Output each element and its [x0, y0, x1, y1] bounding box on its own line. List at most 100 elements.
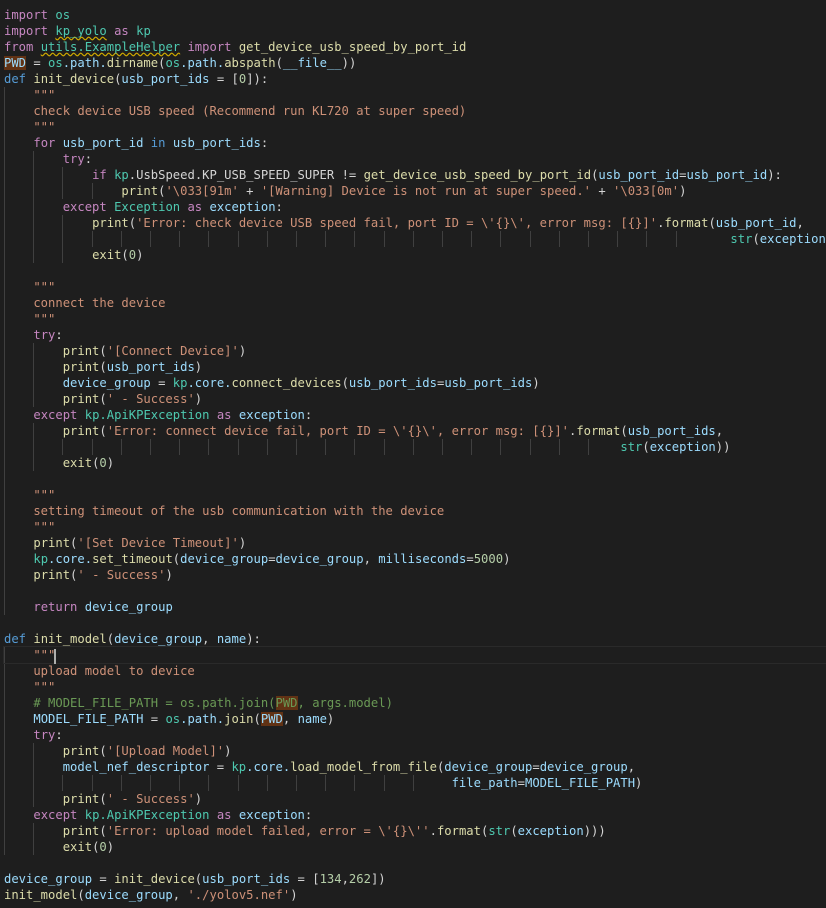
code-line[interactable]: print('[Set Device Timeout]') — [4, 535, 826, 551]
code-line[interactable]: print(' - Success') — [4, 567, 826, 583]
code-line[interactable] — [4, 471, 826, 487]
code-token: """ — [4, 312, 56, 326]
code-token: connect_devices — [231, 376, 342, 390]
code-line[interactable] — [4, 855, 826, 871]
code-line[interactable]: str(exception)) — [4, 439, 826, 455]
code-line[interactable]: print('[Connect Device]') — [4, 343, 826, 359]
code-token: ) — [165, 568, 173, 582]
code-line[interactable]: def init_model(device_group, name): — [4, 631, 826, 647]
code-token: os — [48, 8, 71, 22]
code-line[interactable]: return device_group — [4, 599, 826, 615]
code-line[interactable]: check device USB speed (Recommend run KL… — [4, 103, 826, 119]
code-line[interactable]: except kp.ApiKPException as exception: — [4, 807, 826, 823]
code-token: """ — [4, 488, 56, 502]
code-line[interactable]: import kp_yolo as kp — [4, 23, 826, 39]
code-token: ) — [194, 392, 203, 406]
code-token: .path. — [62, 56, 107, 70]
code-line[interactable]: print(' - Success') — [4, 791, 826, 807]
code-editor[interactable]: import os import kp_yolo as kp from utils.… — [0, 0, 826, 908]
code-token: abspath — [224, 56, 276, 70]
code-line[interactable]: """ — [4, 679, 826, 695]
code-token: in — [150, 136, 166, 150]
code-line[interactable]: """ — [4, 279, 826, 295]
code-token: : — [260, 136, 269, 150]
code-line[interactable]: except Exception as exception: — [4, 199, 826, 215]
code-line[interactable]: # MODEL_FILE_PATH = os.path.join(PWD, ar… — [4, 695, 826, 711]
code-token: print — [62, 824, 100, 838]
code-line[interactable]: def init_device(usb_port_ids = [0]): — [4, 71, 826, 87]
code-line[interactable]: file_path=MODEL_FILE_PATH) — [4, 775, 826, 791]
code-token: 'Error: connect device fail, port ID = \… — [106, 424, 569, 438]
code-line[interactable]: """ — [4, 519, 826, 535]
code-line[interactable]: device_group = kp.core.connect_devices(u… — [4, 375, 826, 391]
code-token: check device USB speed (Recommend run KL… — [4, 104, 467, 118]
code-token: .ApiKPException — [99, 808, 210, 822]
code-token: ( — [253, 712, 261, 726]
code-line[interactable]: model_nef_descriptor = kp.core.load_mode… — [4, 759, 826, 775]
code-line[interactable]: MODEL_FILE_PATH = os.path.join(PWD, name… — [4, 711, 826, 727]
code-line[interactable]: """ — [4, 87, 826, 103]
code-token: = — [26, 56, 49, 70]
code-line[interactable]: """ — [4, 119, 826, 135]
code-line[interactable]: try: — [4, 327, 826, 343]
code-line[interactable]: exit(0) — [4, 455, 826, 471]
code-token: kp — [136, 24, 151, 38]
code-token: kp — [33, 552, 49, 566]
code-line[interactable]: exit(0) — [4, 247, 826, 263]
code-line[interactable]: try: — [4, 727, 826, 743]
code-line[interactable]: print('Error: connect device fail, port … — [4, 423, 826, 439]
code-token: device_group — [62, 376, 151, 390]
code-line[interactable] — [4, 583, 826, 599]
code-line[interactable]: """ — [4, 487, 826, 503]
code-line[interactable]: if kp.UsbSpeed.KP_USB_SPEED_SUPER != get… — [4, 167, 826, 183]
code-line[interactable]: kp.core.set_timeout(device_group=device_… — [4, 551, 826, 567]
code-token: for — [33, 136, 56, 150]
code-line[interactable]: setting timeout of the usb communication… — [4, 503, 826, 519]
code-line[interactable]: exit(0) — [4, 839, 826, 855]
code-area[interactable]: import os import kp_yolo as kp from utils.… — [3, 7, 826, 903]
code-token: ) — [194, 792, 203, 806]
code-line[interactable]: print('Error: check device USB speed fai… — [4, 215, 826, 231]
code-token: connect the device — [4, 296, 166, 310]
code-token: device_group — [180, 552, 269, 566]
code-line[interactable]: print('Error: upload model failed, error… — [4, 823, 826, 839]
code-line[interactable]: PWD = os.path.dirname(os.path.abspath(__… — [4, 55, 826, 71]
code-line[interactable]: except kp.ApiKPException as exception: — [4, 407, 826, 423]
code-token: usb_port_ids — [172, 136, 261, 150]
code-line[interactable]: try: — [4, 151, 826, 167]
code-line[interactable]: device_group = init_device(usb_port_ids … — [4, 871, 826, 887]
code-line[interactable] — [4, 263, 826, 279]
code-token: ( — [99, 424, 107, 438]
code-token: exception — [517, 824, 584, 838]
code-line[interactable]: print(usb_port_ids) — [4, 359, 826, 375]
code-line[interactable]: """ — [3, 646, 826, 664]
code-line[interactable] — [4, 615, 826, 631]
code-line[interactable]: print(' - Success') — [4, 391, 826, 407]
code-token: get_device_usb_speed_by_port_id — [231, 40, 467, 54]
code-token: )) — [715, 440, 731, 454]
code-line[interactable]: print('\033[91m' + '[Warning] Device is … — [4, 183, 826, 199]
code-token: try — [33, 328, 56, 342]
code-token: = — [532, 760, 540, 774]
code-token: ' - Success' — [106, 792, 195, 806]
code-token: ) — [136, 248, 144, 262]
code-line[interactable]: """ — [4, 311, 826, 327]
code-line[interactable]: init_model(device_group, './yolov5.nef') — [4, 887, 826, 903]
code-line[interactable]: import os — [4, 7, 826, 23]
code-line[interactable]: str(exception)) — [4, 231, 826, 247]
code-token: ( — [77, 888, 85, 902]
code-token: """ — [4, 520, 56, 534]
code-line[interactable]: connect the device — [4, 295, 826, 311]
code-line[interactable]: print('[Upload Model]') — [4, 743, 826, 759]
code-token: setting timeout of the usb communication… — [4, 504, 445, 518]
code-line[interactable]: upload model to device — [4, 663, 826, 679]
code-line[interactable]: for usb_port_id in usb_port_ids: — [4, 135, 826, 151]
code-token: usb_port_id — [62, 136, 144, 150]
code-line[interactable]: from utils.ExampleHelper import get_devi… — [4, 39, 826, 55]
